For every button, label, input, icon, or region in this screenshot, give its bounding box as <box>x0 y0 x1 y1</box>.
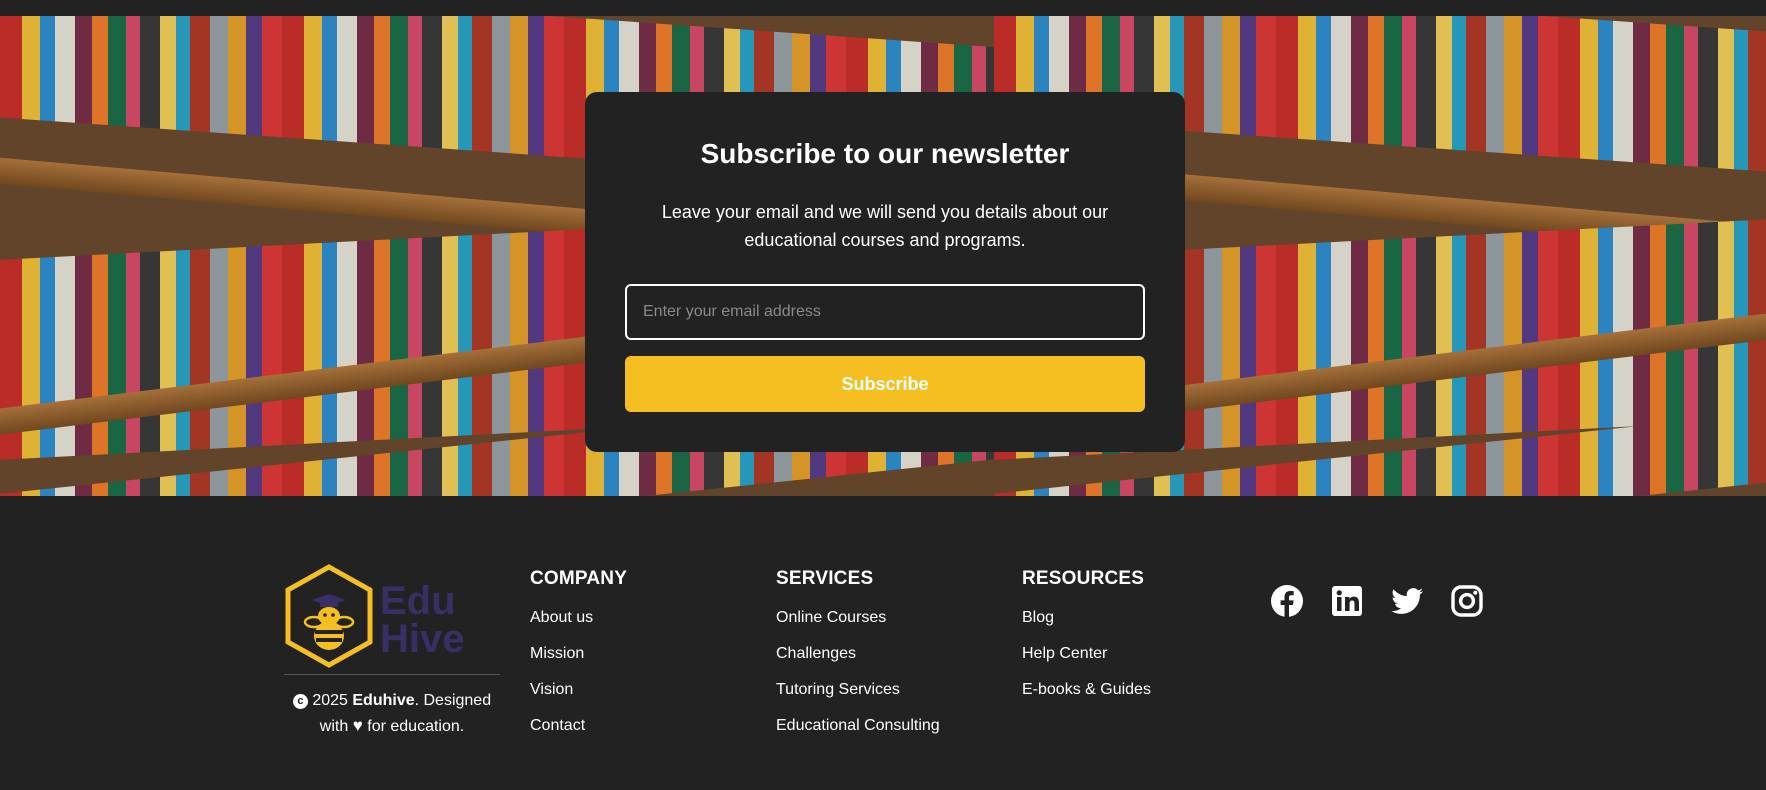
copyright-icon: c <box>292 694 308 709</box>
newsletter-card: Subscribe to our newsletter Leave your e… <box>585 92 1185 452</box>
column-title: COMPANY <box>530 568 628 589</box>
footer-column-resources: RESOURCES Blog Help Center E-books & Gui… <box>1022 568 1151 716</box>
footer-link-challenges[interactable]: Challenges <box>776 645 856 662</box>
heart-icon: ♥ <box>352 716 363 735</box>
newsletter-title: Subscribe to our newsletter <box>700 138 1070 169</box>
brand-divider <box>284 674 500 675</box>
footer-link-contact[interactable]: Contact <box>530 717 585 734</box>
eduhive-logo[interactable]: Edu Hive <box>284 564 474 668</box>
footer-link-educational-consulting[interactable]: Educational Consulting <box>776 717 940 734</box>
facebook-icon[interactable] <box>1270 584 1304 618</box>
email-input[interactable] <box>625 284 1145 340</box>
footer-brand: Edu Hive c 2025 Eduhive. Designed with ♥… <box>284 564 500 735</box>
newsletter-hero: Subscribe to our newsletter Leave your e… <box>0 16 1766 496</box>
bee-hexagon-icon <box>285 564 373 668</box>
footer-link-tutoring-services[interactable]: Tutoring Services <box>776 681 900 698</box>
logo-text: Edu Hive <box>380 579 465 661</box>
copyright-text: c 2025 Eduhive. Designed with ♥ for educ… <box>284 688 500 739</box>
footer-link-ebooks-guides[interactable]: E-books & Guides <box>1022 681 1151 698</box>
newsletter-description: Leave your email and we will send you de… <box>661 202 1109 250</box>
footer: Edu Hive c 2025 Eduhive. Designed with ♥… <box>0 496 1766 790</box>
footer-link-blog[interactable]: Blog <box>1022 609 1054 626</box>
footer-link-about-us[interactable]: About us <box>530 609 593 626</box>
instagram-icon[interactable] <box>1450 584 1484 618</box>
social-links <box>1270 584 1484 618</box>
footer-column-services: SERVICES Online Courses Challenges Tutor… <box>776 568 940 752</box>
subscribe-button[interactable]: Subscribe <box>625 356 1145 412</box>
footer-link-vision[interactable]: Vision <box>530 681 573 698</box>
top-bar <box>0 0 1766 16</box>
footer-link-online-courses[interactable]: Online Courses <box>776 609 886 626</box>
linkedin-icon[interactable] <box>1330 584 1364 618</box>
column-title: RESOURCES <box>1022 568 1145 589</box>
twitter-icon[interactable] <box>1390 584 1424 618</box>
footer-link-mission[interactable]: Mission <box>530 645 584 662</box>
footer-link-help-center[interactable]: Help Center <box>1022 645 1107 662</box>
footer-column-company: COMPANY About us Mission Vision Contact <box>530 568 627 752</box>
column-title: SERVICES <box>776 568 874 589</box>
